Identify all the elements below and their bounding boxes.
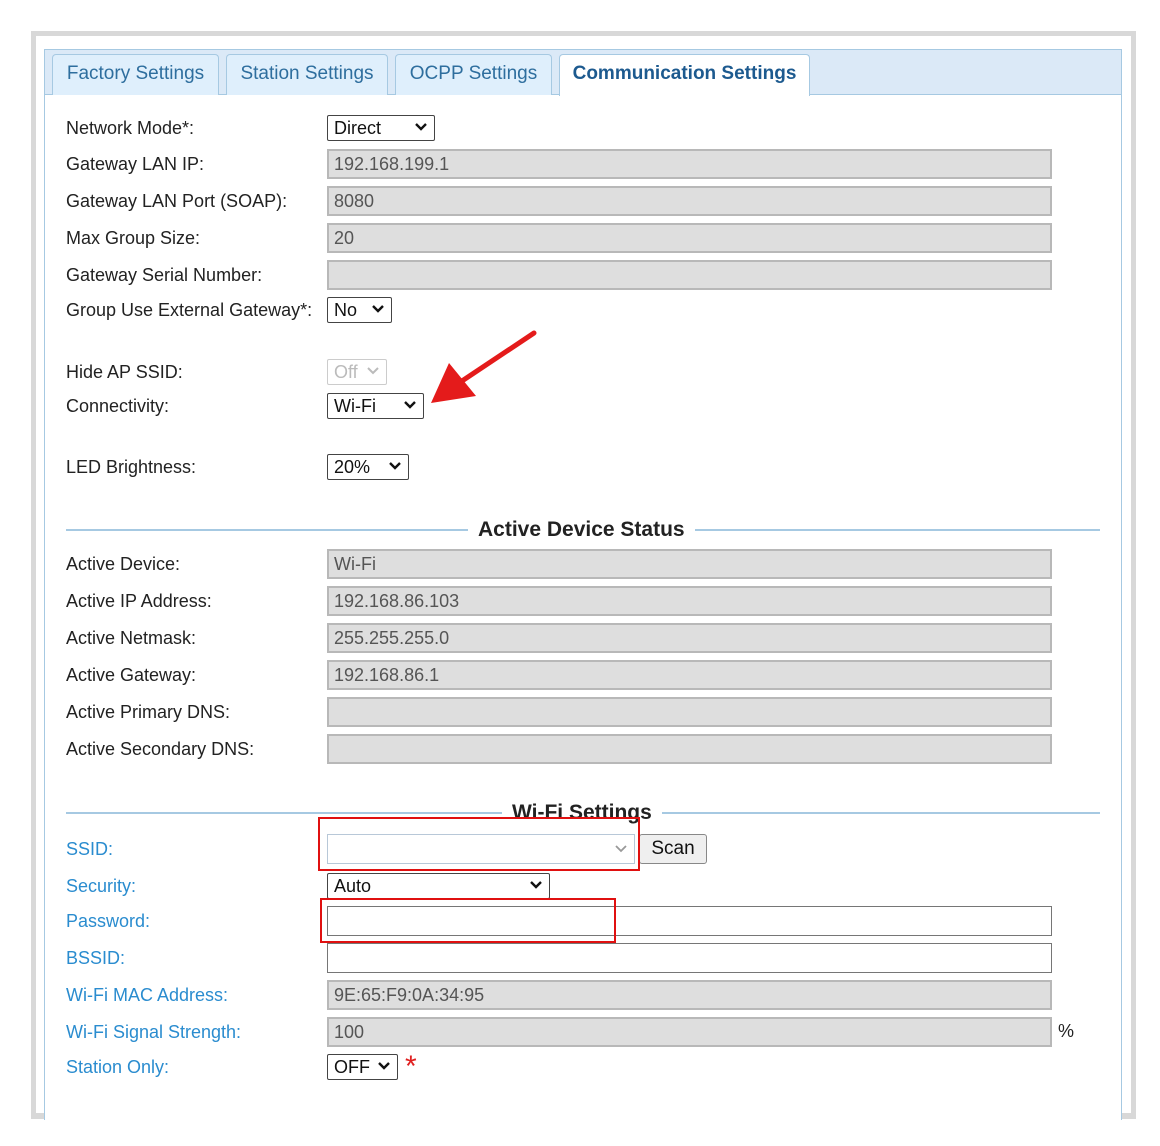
- password-label: Password:: [66, 911, 151, 931]
- connectivity-value: Wi-Fi: [334, 396, 376, 416]
- network-mode-select[interactable]: Direct: [327, 115, 435, 141]
- secondary-dns-field[interactable]: [327, 734, 1052, 764]
- connectivity-label: Connectivity:: [66, 396, 170, 416]
- bssid-label: BSSID:: [66, 948, 126, 968]
- tab-ocpp-settings[interactable]: OCPP Settings: [395, 54, 552, 95]
- primary-dns-field[interactable]: [327, 697, 1052, 727]
- network-mode-label: Network Mode*:: [66, 118, 195, 138]
- station-only-select[interactable]: OFF: [327, 1054, 398, 1080]
- scan-button[interactable]: Scan: [639, 834, 707, 864]
- group-external-gateway-select[interactable]: No: [327, 297, 392, 323]
- connectivity-select[interactable]: Wi-Fi: [327, 393, 424, 419]
- ssid-label: SSID:: [66, 839, 114, 859]
- gateway-lan-port-label: Gateway LAN Port (SOAP):: [66, 191, 288, 211]
- primary-dns-label: Active Primary DNS:: [66, 702, 231, 722]
- gateway-lan-port-field[interactable]: 8080: [327, 186, 1052, 216]
- bssid-field[interactable]: [327, 943, 1052, 973]
- wifi-mac-label: Wi-Fi MAC Address:: [66, 985, 229, 1005]
- tab-factory-settings[interactable]: Factory Settings: [52, 54, 219, 95]
- security-value: Auto: [334, 876, 372, 896]
- wifi-signal-field[interactable]: 100: [327, 1017, 1052, 1047]
- wifi-signal-label: Wi-Fi Signal Strength:: [66, 1022, 242, 1042]
- active-device-label: Active Device:: [66, 554, 181, 574]
- tab-station-settings[interactable]: Station Settings: [226, 54, 388, 95]
- gateway-lan-ip-label: Gateway LAN IP:: [66, 154, 205, 174]
- active-netmask-label: Active Netmask:: [66, 628, 197, 648]
- secondary-dns-label: Active Secondary DNS:: [66, 739, 255, 759]
- active-device-field[interactable]: Wi-Fi: [327, 549, 1052, 579]
- led-brightness-select[interactable]: 20%: [327, 454, 409, 480]
- group-external-gateway-label: Group Use External Gateway*:: [66, 300, 313, 320]
- chevron-down-icon: [378, 1062, 390, 1070]
- hide-ap-ssid-value: Off: [334, 362, 358, 382]
- network-mode-value: Direct: [334, 118, 382, 138]
- wifi-mac-field[interactable]: 9E:65:F9:0A:34:95: [327, 980, 1052, 1010]
- password-highlight-box: [320, 898, 616, 943]
- gateway-serial-field[interactable]: [327, 260, 1052, 290]
- max-group-size-field[interactable]: 20: [327, 223, 1052, 253]
- group-external-gateway-value: No: [334, 300, 358, 320]
- led-brightness-label: LED Brightness:: [66, 457, 197, 477]
- active-gateway-field[interactable]: 192.168.86.1: [327, 660, 1052, 690]
- gateway-serial-label: Gateway Serial Number:: [66, 265, 263, 285]
- active-ip-label: Active IP Address:: [66, 591, 212, 611]
- ssid-highlight-box: [318, 817, 640, 871]
- chevron-down-icon: [530, 881, 542, 889]
- active-gateway-label: Active Gateway:: [66, 665, 197, 685]
- chevron-down-icon: [404, 401, 416, 409]
- led-brightness-value: 20%: [334, 457, 371, 477]
- station-only-label: Station Only:: [66, 1057, 170, 1077]
- chevron-down-icon: [389, 462, 401, 470]
- hide-ap-ssid-select: Off: [327, 359, 387, 385]
- security-select[interactable]: Auto: [327, 873, 550, 899]
- gateway-lan-ip-field[interactable]: 192.168.199.1: [327, 149, 1052, 179]
- chevron-down-icon: [372, 305, 384, 313]
- active-ip-field[interactable]: 192.168.86.103: [327, 586, 1052, 616]
- security-label: Security:: [66, 876, 137, 896]
- chevron-down-icon: [367, 367, 379, 375]
- max-group-size-label: Max Group Size:: [66, 228, 201, 248]
- station-only-value: OFF: [334, 1057, 370, 1077]
- tab-communication-settings[interactable]: Communication Settings: [559, 54, 810, 96]
- required-asterisk: *: [405, 1050, 417, 1083]
- percent-unit: %: [1058, 1021, 1075, 1041]
- active-netmask-field[interactable]: 255.255.255.0: [327, 623, 1052, 653]
- hide-ap-ssid-label: Hide AP SSID:: [66, 362, 183, 382]
- active-status-title: Active Device Status: [468, 518, 695, 542]
- chevron-down-icon: [415, 123, 427, 131]
